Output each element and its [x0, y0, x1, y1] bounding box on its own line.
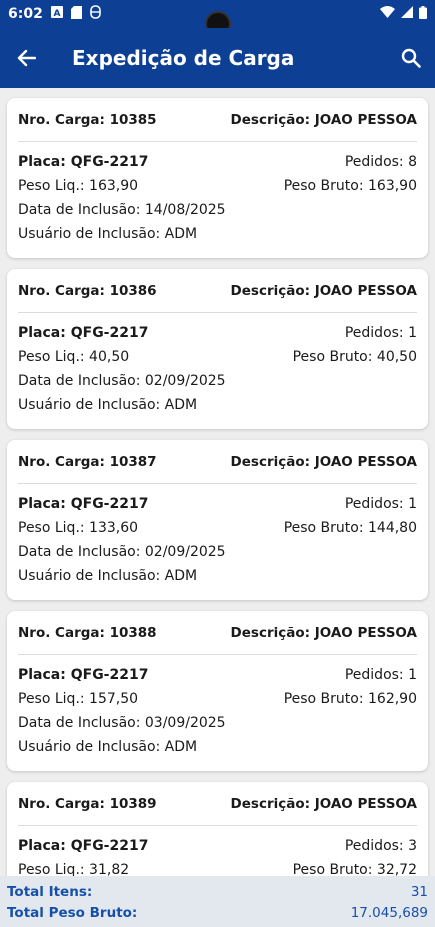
peso-liq: Peso Liq.: 163,90 [18, 178, 139, 194]
usuario-inclusao: Usuário de Inclusão: ADM [18, 568, 198, 584]
usuario-inclusao: Usuário de Inclusão: ADM [18, 226, 198, 242]
sync-icon [90, 5, 101, 23]
data-inclusao: Data de Inclusão: 03/09/2025 [18, 715, 226, 731]
peso-liq: Peso Liq.: 40,50 [18, 349, 130, 365]
search-button[interactable] [387, 34, 435, 82]
carga-number: Nro. Carga: 10386 [18, 282, 157, 299]
card-header: Nro. Carga: 10388 Descrição: JOAO PESSOA [18, 611, 417, 655]
card-header: Nro. Carga: 10387 Descrição: JOAO PESSOA [18, 440, 417, 484]
usuario-inclusao: Usuário de Inclusão: ADM [18, 739, 198, 755]
wifi-icon [380, 6, 395, 22]
status-time: 6:02 [8, 6, 43, 22]
carga-card[interactable]: Nro. Carga: 10389 Descrição: JOAO PESSOA… [7, 782, 428, 876]
card-body: Placa: QFG-2217 Pedidos: 8 Peso Liq.: 163… [18, 142, 417, 246]
peso-bruto: Peso Bruto: 40,50 [292, 349, 417, 365]
total-peso-value: 17.045,689 [350, 904, 428, 921]
usuario-inclusao: Usuário de Inclusão: ADM [18, 397, 198, 413]
peso-bruto: Peso Bruto: 163,90 [283, 178, 417, 194]
data-inclusao: Data de Inclusão: 02/09/2025 [18, 373, 226, 389]
card-body: Placa: QFG-2217 Pedidos: 1 Peso Liq.: 40,… [18, 313, 417, 417]
total-peso-label: Total Peso Bruto: [7, 904, 138, 921]
placa: Placa: QFG-2217 [18, 667, 149, 683]
pedidos: Pedidos: 8 [344, 154, 417, 170]
carga-number: Nro. Carga: 10389 [18, 795, 157, 812]
placa: Placa: QFG-2217 [18, 838, 149, 854]
peso-bruto: Peso Bruto: 32,72 [292, 862, 417, 876]
carga-number: Nro. Carga: 10388 [18, 624, 157, 641]
carga-card[interactable]: Nro. Carga: 10388 Descrição: JOAO PESSOA… [7, 611, 428, 771]
signal-icon [401, 6, 413, 22]
total-itens-value: 31 [410, 883, 428, 900]
carga-descricao: Descrição: JOAO PESSOA [230, 282, 417, 299]
card-header: Nro. Carga: 10386 Descrição: JOAO PESSOA [18, 269, 417, 313]
carga-list[interactable]: Nro. Carga: 10385 Descrição: JOAO PESSOA… [0, 88, 435, 876]
pedidos: Pedidos: 1 [344, 325, 417, 341]
pedidos: Pedidos: 1 [344, 496, 417, 512]
carga-card[interactable]: Nro. Carga: 10385 Descrição: JOAO PESSOA… [7, 98, 428, 258]
card-header: Nro. Carga: 10389 Descrição: JOAO PESSOA [18, 782, 417, 826]
page-title: Expedição de Carga [72, 46, 295, 70]
carga-card[interactable]: Nro. Carga: 10387 Descrição: JOAO PESSOA… [7, 440, 428, 600]
notification-a-icon: A [50, 6, 63, 22]
peso-bruto: Peso Bruto: 162,90 [283, 691, 417, 707]
carga-descricao: Descrição: JOAO PESSOA [230, 111, 417, 128]
search-icon [401, 48, 421, 68]
back-button[interactable] [0, 32, 52, 84]
card-body: Placa: QFG-2217 Pedidos: 1 Peso Liq.: 157… [18, 655, 417, 759]
carga-descricao: Descrição: JOAO PESSOA [230, 453, 417, 470]
arrow-left-icon [17, 49, 36, 67]
placa: Placa: QFG-2217 [18, 154, 149, 170]
data-inclusao: Data de Inclusão: 14/08/2025 [18, 202, 226, 218]
card-body: Placa: QFG-2217 Pedidos: 3 Peso Liq.: 31,… [18, 826, 417, 876]
peso-liq: Peso Liq.: 31,82 [18, 862, 130, 876]
total-itens-label: Total Itens: [7, 883, 93, 900]
pedidos: Pedidos: 3 [344, 838, 417, 854]
totals-footer: Total Itens: 31 Total Peso Bruto: 17.045… [0, 876, 435, 927]
peso-liq: Peso Liq.: 157,50 [18, 691, 139, 707]
sd-card-icon [70, 5, 82, 23]
placa: Placa: QFG-2217 [18, 496, 149, 512]
battery-icon [419, 5, 427, 23]
peso-bruto: Peso Bruto: 144,80 [283, 520, 417, 536]
card-body: Placa: QFG-2217 Pedidos: 1 Peso Liq.: 133… [18, 484, 417, 588]
carga-descricao: Descrição: JOAO PESSOA [230, 624, 417, 641]
card-header: Nro. Carga: 10385 Descrição: JOAO PESSOA [18, 98, 417, 142]
carga-card[interactable]: Nro. Carga: 10386 Descrição: JOAO PESSOA… [7, 269, 428, 429]
placa: Placa: QFG-2217 [18, 325, 149, 341]
carga-descricao: Descrição: JOAO PESSOA [230, 795, 417, 812]
carga-number: Nro. Carga: 10387 [18, 453, 157, 470]
pedidos: Pedidos: 1 [344, 667, 417, 683]
peso-liq: Peso Liq.: 133,60 [18, 520, 139, 536]
data-inclusao: Data de Inclusão: 02/09/2025 [18, 544, 226, 560]
carga-number: Nro. Carga: 10385 [18, 111, 157, 128]
svg-text:A: A [53, 9, 60, 18]
app-bar: Expedição de Carga [0, 28, 435, 88]
